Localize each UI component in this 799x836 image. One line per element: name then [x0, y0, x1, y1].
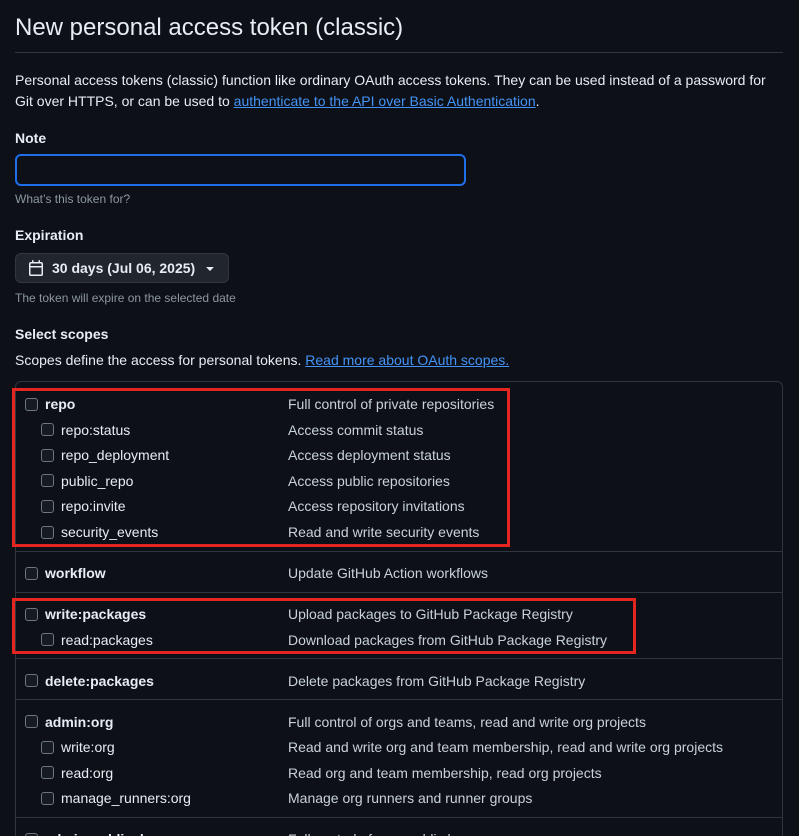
scope-row[interactable]: repo Full control of private repositories	[16, 393, 782, 415]
scopes-description: Scopes define the access for personal to…	[15, 350, 509, 371]
scope-row[interactable]: delete:packages Delete packages from GitH…	[16, 670, 782, 692]
intro-end: .	[535, 93, 540, 109]
scope-checkbox[interactable]	[25, 566, 38, 580]
scope-group-divider	[16, 816, 782, 818]
scope-description: Manage org runners and runner groups	[288, 790, 533, 807]
scope-name: security_events	[61, 524, 159, 540]
page: New personal access token (classic) Pers…	[12, 0, 783, 836]
scope-name: repo:status	[61, 421, 131, 438]
scope-description: Delete packages from GitHub Package Regi…	[288, 672, 586, 689]
scopes-description-text: Scopes define the access for personal to…	[15, 352, 306, 368]
caret-down-icon	[202, 260, 218, 276]
scope-checkbox[interactable]	[25, 397, 38, 411]
scope-description: Read org and team membership, read org p…	[288, 764, 602, 781]
expiration-label: Expiration	[15, 227, 84, 243]
scope-row[interactable]: admin:public_key Full control of user pub…	[16, 828, 782, 836]
note-label: Note	[15, 130, 47, 146]
scope-name: delete:packages	[45, 672, 154, 689]
scopes-label: Select scopes	[15, 326, 109, 342]
scope-row[interactable]: write:packages Upload packages to GitHub …	[16, 603, 782, 625]
scope-description: Access repository invitations	[288, 498, 465, 515]
scope-row[interactable]: read:org Read org and team membership, re…	[16, 762, 782, 784]
scope-row[interactable]: manage_runners:org Manage org runners and…	[16, 787, 782, 809]
scope-name: admin:public_key	[45, 831, 163, 836]
scope-description: Full control of private repositories	[288, 396, 495, 412]
scope-name: public_repo	[61, 472, 134, 489]
scope-name: read:org	[61, 764, 114, 781]
scope-checkbox[interactable]	[41, 791, 54, 805]
scope-description: Access deployment status	[288, 447, 451, 464]
scope-name: write:packages	[45, 606, 147, 622]
scope-description: Update GitHub Action workflows	[288, 565, 488, 581]
scope-checkbox[interactable]	[41, 474, 54, 488]
scope-checkbox[interactable]	[41, 499, 54, 513]
scope-row[interactable]: workflow Update GitHub Action workflows	[16, 562, 782, 584]
scope-checkbox[interactable]	[41, 423, 54, 437]
scope-description: Read and write security events	[288, 524, 480, 540]
scope-description: Download packages from GitHub Package Re…	[288, 631, 608, 648]
scope-row[interactable]: public_repo Access public repositories	[16, 470, 782, 492]
scope-name: read:packages	[61, 631, 153, 648]
scopes-list: repo Full control of private repositories…	[15, 381, 783, 836]
scope-name: write:org	[61, 739, 115, 756]
calendar-icon	[28, 260, 44, 276]
basic-auth-link[interactable]: authenticate to the API over Basic Authe…	[234, 93, 536, 109]
scope-row[interactable]: read:packages Download packages from GitH…	[16, 629, 782, 651]
scope-row[interactable]: repo_deployment Access deployment status	[16, 444, 782, 466]
intro-text: Personal access tokens (classic) functio…	[15, 70, 783, 112]
scope-checkbox[interactable]	[41, 766, 54, 780]
oauth-scopes-link[interactable]: Read more about OAuth scopes.	[305, 352, 509, 368]
scope-group-divider	[16, 550, 782, 552]
scope-description: Full control of user public keys	[288, 831, 476, 836]
scope-name: admin:org	[45, 713, 114, 730]
scope-checkbox[interactable]	[41, 525, 54, 539]
expiration-selected: 30 days (Jul 06, 2025)	[52, 260, 196, 276]
scope-description: Access public repositories	[288, 472, 450, 489]
scope-name: repo:invite	[61, 498, 126, 515]
scope-name: workflow	[45, 565, 106, 581]
expiration-select[interactable]: 30 days (Jul 06, 2025)	[15, 253, 229, 283]
scope-row[interactable]: repo:status Access commit status	[16, 419, 782, 441]
scope-group-divider	[16, 591, 782, 593]
scope-checkbox[interactable]	[41, 633, 54, 647]
scope-row[interactable]: repo:invite Access repository invitations	[16, 495, 782, 517]
note-hint: What’s this token for?	[15, 192, 131, 206]
scope-checkbox[interactable]	[41, 740, 54, 754]
scope-description: Full control of orgs and teams, read and…	[288, 713, 646, 730]
scope-name: repo_deployment	[61, 447, 170, 464]
scope-checkbox[interactable]	[25, 607, 38, 621]
scope-checkbox[interactable]	[41, 448, 54, 462]
scope-description: Upload packages to GitHub Package Regist…	[288, 606, 573, 622]
scope-name: manage_runners:org	[61, 790, 191, 807]
scope-description: Read and write org and team membership, …	[288, 739, 723, 756]
scope-row[interactable]: write:org Read and write org and team mem…	[16, 736, 782, 758]
scope-checkbox[interactable]	[25, 715, 38, 729]
scope-name: repo	[45, 396, 76, 412]
scope-row[interactable]: admin:org Full control of orgs and teams,…	[16, 711, 782, 733]
scope-group-divider	[16, 699, 782, 701]
note-input[interactable]	[15, 154, 466, 186]
expiration-hint: The token will expire on the selected da…	[15, 291, 236, 305]
scope-row[interactable]: security_events Read and write security e…	[16, 521, 782, 543]
page-title: New personal access token (classic)	[15, 0, 783, 53]
scope-group-divider	[16, 658, 782, 660]
scope-checkbox[interactable]	[25, 674, 38, 688]
scope-description: Access commit status	[288, 421, 424, 438]
